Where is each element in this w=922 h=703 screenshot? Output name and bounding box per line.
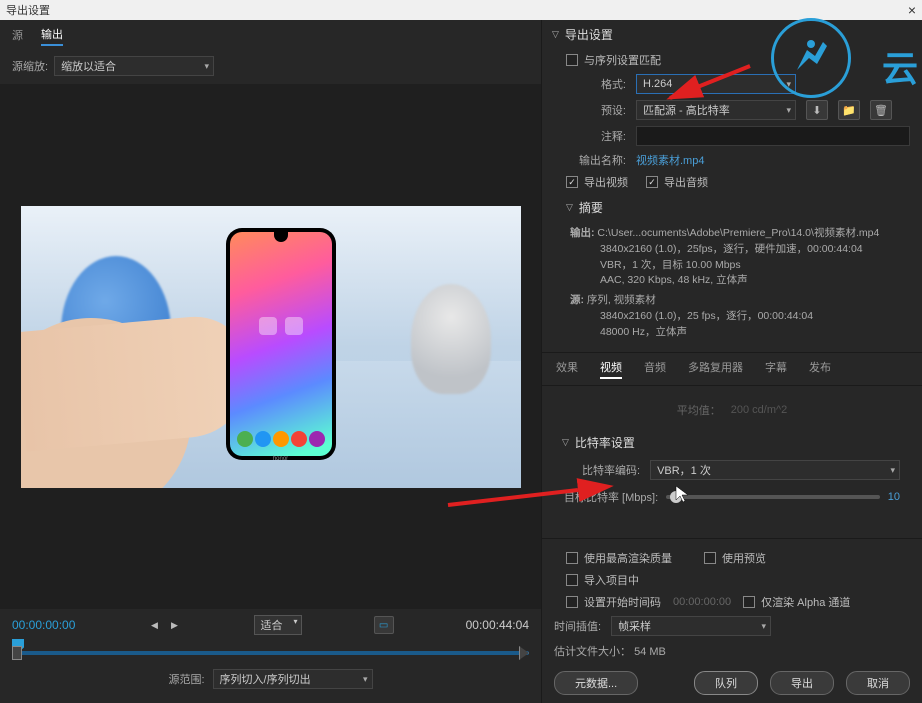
fit-dropdown[interactable]: 适合 [254, 615, 302, 635]
tab-video[interactable]: 视频 [600, 359, 622, 379]
metadata-button[interactable]: 元数据... [554, 671, 638, 695]
tab-publish[interactable]: 发布 [809, 359, 831, 379]
delete-preset-icon[interactable]: 🗑 [870, 100, 892, 120]
import-preset-icon[interactable]: 📁 [838, 100, 860, 120]
interp-dropdown[interactable]: 帧采样 [611, 616, 771, 636]
aspect-icon[interactable]: ▭ [374, 616, 394, 634]
outname-label: 输出名称: [566, 152, 626, 168]
avg-label: 平均值： [677, 402, 721, 418]
step-fwd-icon[interactable]: ▶ [167, 618, 181, 632]
import-project-checkbox[interactable] [566, 574, 578, 586]
right-panel: ▽ 导出设置 与序列设置匹配 格式: H.264 预设: 匹配源 - 高比特率 … [542, 20, 922, 703]
start-tc-value: 00:00:00:00 [667, 596, 737, 608]
export-settings-header[interactable]: ▽ 导出设置 [542, 20, 922, 49]
out-handle[interactable] [519, 646, 529, 660]
window-title: 导出设置 [6, 2, 50, 18]
match-sequence-label: 与序列设置匹配 [584, 52, 661, 68]
alpha-only-checkbox[interactable] [743, 596, 755, 608]
step-back-icon[interactable]: ◀ [147, 618, 161, 632]
target-bitrate-slider[interactable] [666, 495, 880, 499]
timecode-in[interactable]: 00:00:00:00 [12, 618, 75, 632]
scale-dropdown[interactable]: 缩放以适合 [54, 56, 214, 76]
format-dropdown[interactable]: H.264 [636, 74, 796, 94]
encoding-dropdown[interactable]: VBR，1 次 [650, 460, 900, 480]
preset-label: 预设: [566, 102, 626, 118]
range-dropdown[interactable]: 序列切入/序列切出 [213, 669, 373, 689]
close-icon[interactable]: × [908, 2, 916, 18]
avg-value: 200 cd/m^2 [731, 404, 788, 416]
outname-link[interactable]: 视频素材.mp4 [636, 152, 704, 168]
scale-label: 源缩放: [12, 58, 48, 74]
target-bitrate-label: 目标比特率 [Mbps]: [564, 489, 658, 505]
est-value: 54 MB [634, 646, 666, 658]
timecode-out: 00:00:44:04 [466, 618, 529, 632]
chevron-down-icon: ▽ [566, 202, 573, 213]
format-label: 格式: [566, 76, 626, 92]
use-preview-checkbox[interactable] [704, 552, 716, 564]
tab-caption[interactable]: 字幕 [765, 359, 787, 379]
title-bar: 导出设置 × [0, 0, 922, 20]
preset-dropdown[interactable]: 匹配源 - 高比特率 [636, 100, 796, 120]
target-bitrate-value[interactable]: 10 [888, 491, 900, 503]
summary-header[interactable]: ▽ 摘要 [542, 193, 922, 222]
est-label: 估计文件大小： [554, 646, 631, 658]
bitrate-header[interactable]: ▽ 比特率设置 [552, 428, 912, 457]
chevron-down-icon: ▽ [562, 437, 569, 448]
cancel-button[interactable]: 取消 [846, 671, 910, 695]
max-quality-checkbox[interactable] [566, 552, 578, 564]
slider-thumb[interactable] [670, 491, 682, 503]
encoding-label: 比特率编码: [582, 462, 640, 478]
tab-effects[interactable]: 效果 [556, 359, 578, 379]
export-audio-checkbox[interactable] [646, 176, 658, 188]
phone-mockup: honor [226, 228, 336, 460]
tab-mux[interactable]: 多路复用器 [688, 359, 743, 379]
set-start-tc-checkbox[interactable] [566, 596, 578, 608]
queue-button[interactable]: 队列 [694, 671, 758, 695]
save-preset-icon[interactable]: ⬇ [806, 100, 828, 120]
tab-source[interactable]: 源 [12, 27, 23, 45]
in-handle[interactable] [12, 646, 22, 660]
interp-label: 时间插值: [554, 618, 601, 634]
comment-label: 注释: [566, 128, 626, 144]
comment-input[interactable] [636, 126, 910, 146]
range-label: 源范围: [168, 671, 204, 687]
video-preview: honor [21, 206, 521, 488]
tab-output[interactable]: 输出 [41, 26, 63, 46]
chevron-down-icon: ▽ [552, 29, 559, 40]
summary-block: 输出: C:\User...ocuments\Adobe\Premiere_Pr… [542, 222, 922, 348]
preview-area: honor [0, 84, 541, 609]
match-sequence-checkbox[interactable] [566, 54, 578, 66]
export-video-checkbox[interactable] [566, 176, 578, 188]
footer: 使用最高渲染质量 使用预览 导入项目中 设置开始时间码 00:00:00:00 … [542, 538, 922, 703]
export-button[interactable]: 导出 [770, 671, 834, 695]
timeline-track[interactable] [12, 639, 529, 665]
tab-audio[interactable]: 音频 [644, 359, 666, 379]
left-panel: 源 输出 源缩放: 缩放以适合 honor [0, 20, 542, 703]
